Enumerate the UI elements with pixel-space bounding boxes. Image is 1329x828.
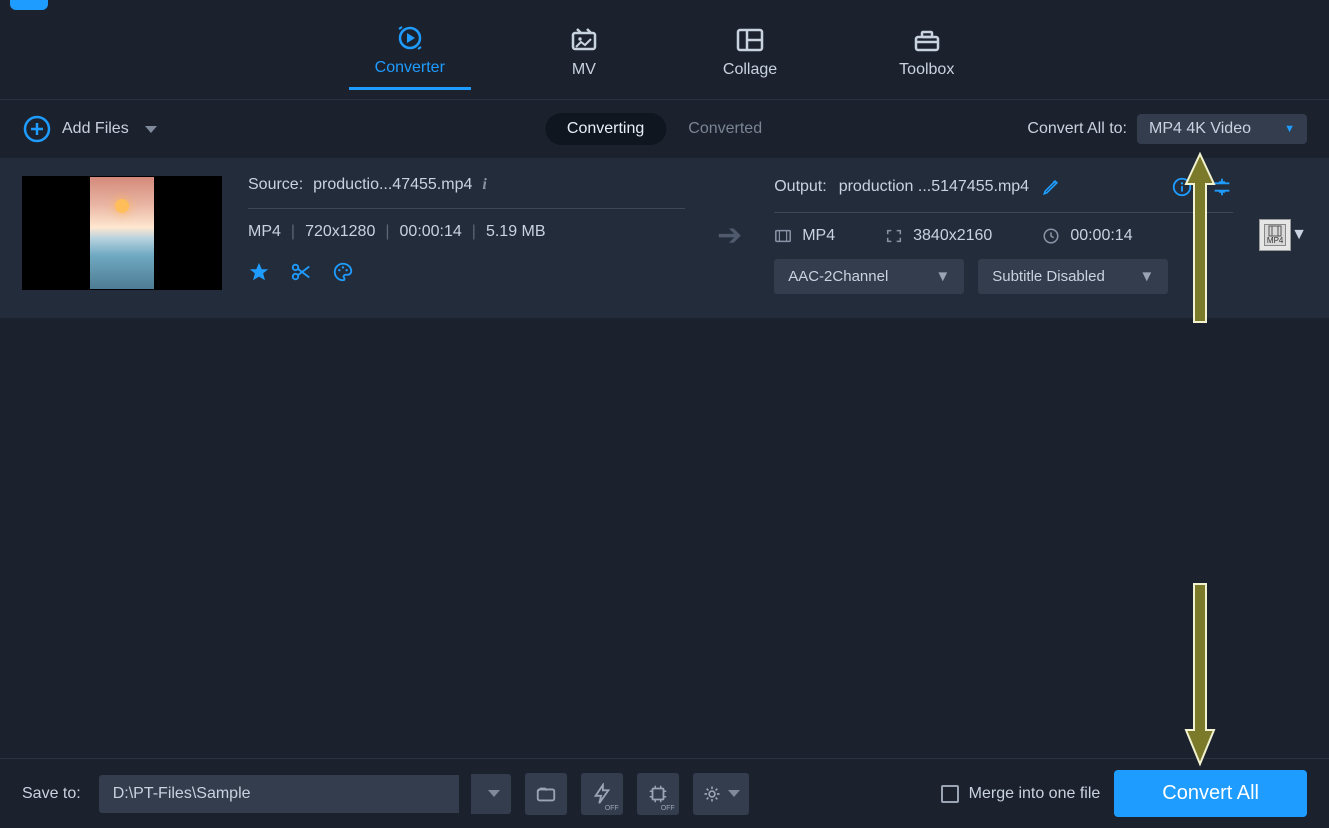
convert-all-to-value: MP4 4K Video <box>1149 120 1251 138</box>
tab-collage[interactable]: Collage <box>697 19 803 89</box>
add-files-label: Add Files <box>62 120 129 138</box>
tab-converter-label: Converter <box>375 59 445 77</box>
gpu-off-label: OFF <box>661 805 675 812</box>
file-item: Source: productio...47455.mp4 i MP4| 720… <box>0 158 1329 318</box>
output-resolution: 3840x2160 <box>913 227 992 245</box>
converter-icon <box>393 23 427 53</box>
status-tabs: Converting Converted <box>545 113 784 145</box>
save-to-label: Save to: <box>22 785 81 803</box>
video-icon <box>774 227 792 245</box>
chevron-down-icon: ▼ <box>1291 226 1307 244</box>
chevron-down-icon: ▼ <box>1139 268 1154 285</box>
tab-collage-label: Collage <box>723 61 777 79</box>
source-duration: 00:00:14 <box>400 223 462 241</box>
source-format: MP4 <box>248 223 281 241</box>
tab-mv[interactable]: MV <box>541 19 627 89</box>
video-thumbnail[interactable] <box>22 176 222 290</box>
tab-converter[interactable]: Converter <box>349 17 471 90</box>
audio-select-value: AAC-2Channel <box>788 268 888 285</box>
audio-select[interactable]: AAC-2Channel ▼ <box>774 259 964 294</box>
divider <box>774 212 1233 213</box>
tab-mv-label: MV <box>572 61 596 79</box>
chevron-down-icon: ▼ <box>935 268 950 285</box>
mp4-file-icon: MP4 <box>1264 224 1286 246</box>
output-column: Output: production ...5147455.mp4 MP4 38… <box>774 176 1233 294</box>
divider <box>248 208 685 209</box>
tab-toolbox-label: Toolbox <box>899 61 954 79</box>
output-duration: 00:00:14 <box>1070 227 1132 245</box>
subtitle-select-value: Subtitle Disabled <box>992 268 1105 285</box>
output-format: MP4 <box>802 227 835 245</box>
settings-button[interactable] <box>693 773 749 815</box>
save-path-dropdown[interactable] <box>471 774 511 814</box>
tab-converting[interactable]: Converting <box>545 113 666 145</box>
arrow-right-icon: ➔ <box>711 218 748 253</box>
app-logo-corner <box>10 0 48 10</box>
source-size: 5.19 MB <box>486 223 546 241</box>
gpu-toggle[interactable]: OFF <box>637 773 679 815</box>
open-folder-button[interactable] <box>525 773 567 815</box>
convert-all-to-group: Convert All to: MP4 4K Video ▼ <box>1027 114 1307 144</box>
chevron-down-icon: ▼ <box>1284 123 1295 135</box>
output-format-badge[interactable]: MP4 ▼ <box>1259 219 1307 251</box>
file-list: Source: productio...47455.mp4 i MP4| 720… <box>0 158 1329 318</box>
convert-all-to-select[interactable]: MP4 4K Video ▼ <box>1137 114 1307 144</box>
subtitle-select[interactable]: Subtitle Disabled ▼ <box>978 259 1168 294</box>
tab-toolbox[interactable]: Toolbox <box>873 19 980 89</box>
source-column: Source: productio...47455.mp4 i MP4| 720… <box>248 176 685 283</box>
output-filename: production ...5147455.mp4 <box>839 178 1029 196</box>
mv-icon <box>567 25 601 55</box>
convert-all-to-label: Convert All to: <box>1027 120 1127 138</box>
save-path-input[interactable] <box>99 775 459 813</box>
format-badge-text: MP4 <box>1267 237 1283 245</box>
tab-converted[interactable]: Converted <box>666 113 784 145</box>
output-label: Output: <box>774 178 826 196</box>
checkbox-icon <box>941 785 959 803</box>
bottom-bar: Save to: OFF OFF Merge into one file Con… <box>0 758 1329 828</box>
info-icon[interactable]: i <box>482 176 486 194</box>
high-speed-toggle[interactable]: OFF <box>581 773 623 815</box>
toolbox-icon <box>910 25 944 55</box>
collage-icon <box>733 25 767 55</box>
merge-label: Merge into one file <box>969 785 1101 803</box>
source-filename: productio...47455.mp4 <box>313 176 472 194</box>
info-circle-icon[interactable] <box>1171 176 1193 198</box>
annotation-arrow-down <box>1180 578 1220 768</box>
top-tab-bar: Converter MV Collage Toolbox <box>0 0 1329 100</box>
compress-icon[interactable] <box>1211 176 1233 198</box>
edit-icon[interactable] <box>1041 177 1061 197</box>
source-label: Source: <box>248 176 303 194</box>
palette-icon[interactable] <box>332 261 354 283</box>
resolution-icon <box>885 227 903 245</box>
subbar: Add Files Converting Converted Convert A… <box>0 100 1329 158</box>
output-meta: MP4 3840x2160 00:00:14 <box>774 227 1233 245</box>
merge-checkbox[interactable]: Merge into one file <box>941 785 1101 803</box>
chevron-down-icon <box>488 790 500 797</box>
clock-icon <box>1042 227 1060 245</box>
scissors-icon[interactable] <box>290 261 312 283</box>
source-resolution: 720x1280 <box>305 223 375 241</box>
star-icon[interactable] <box>248 261 270 283</box>
convert-all-button[interactable]: Convert All <box>1114 770 1307 817</box>
plus-circle-icon <box>22 114 52 144</box>
source-tools <box>248 261 685 283</box>
add-files-button[interactable]: Add Files <box>22 114 157 144</box>
source-meta: MP4| 720x1280| 00:00:14| 5.19 MB <box>248 223 685 241</box>
hw-off-label: OFF <box>605 805 619 812</box>
chevron-down-icon <box>728 790 740 797</box>
chevron-down-icon <box>145 126 157 133</box>
